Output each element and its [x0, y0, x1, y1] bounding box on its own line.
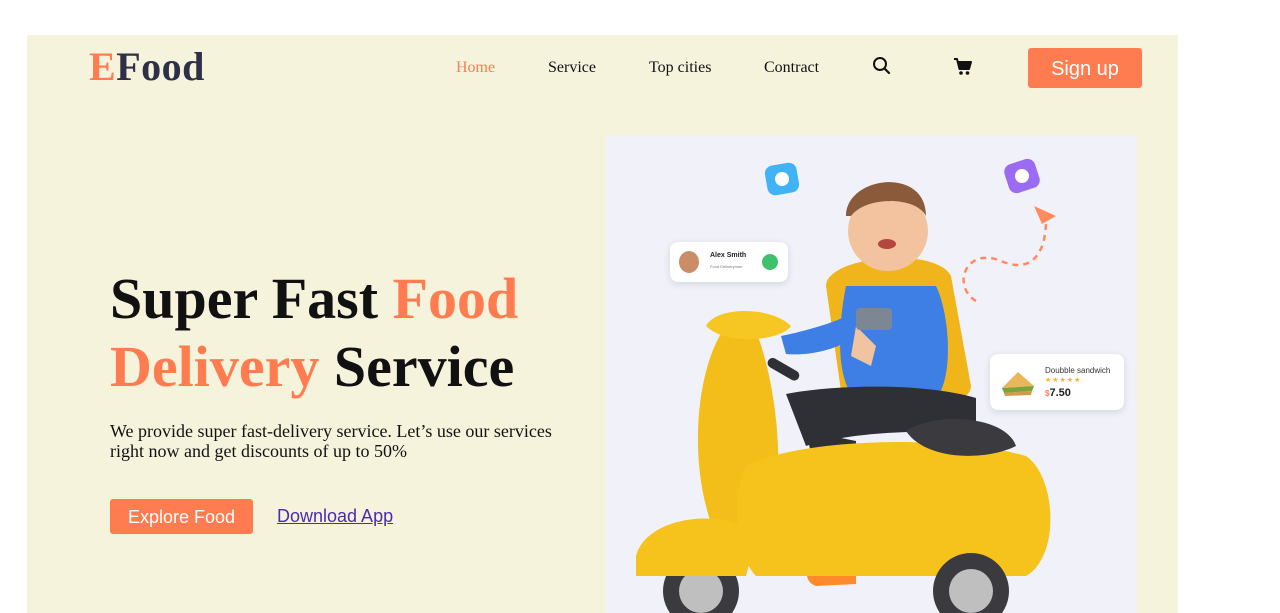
hero-title-part1: Super Fast: [110, 266, 393, 331]
hero-title-accent2: Delivery: [110, 334, 320, 399]
cart-icon[interactable]: [952, 55, 974, 77]
nav-contract[interactable]: Contract: [764, 59, 819, 77]
hero-title-part2: Service: [319, 334, 515, 399]
download-app-link[interactable]: Download App: [277, 506, 393, 527]
product-card: Doubble sandwich ★★★★★ $7.50: [990, 354, 1124, 410]
delivery-contact-card: Alex Smith Food Deliveryman: [670, 242, 788, 282]
hero-description: We provide super fast-delivery service. …: [110, 421, 552, 461]
nav-top-cities[interactable]: Top cities: [649, 59, 711, 77]
hero-illustration: Alex Smith Food Deliveryman Doubble sand…: [606, 136, 1137, 613]
product-price: $7.50: [1045, 387, 1071, 399]
phone-icon: [762, 254, 778, 270]
contact-name: Alex Smith: [710, 252, 747, 259]
hero-title-accent1: Food: [392, 266, 519, 331]
logo-letter: E: [89, 44, 117, 89]
avatar: [679, 251, 699, 273]
hero-title: Super Fast Food Delivery Service: [110, 265, 570, 401]
nav-home[interactable]: Home: [456, 59, 495, 77]
search-icon[interactable]: [871, 55, 893, 77]
product-name: Doubble sandwich: [1045, 366, 1111, 375]
rating-stars: ★★★★★: [1045, 377, 1082, 384]
sign-up-button[interactable]: Sign up: [1028, 48, 1142, 88]
nav-service[interactable]: Service: [548, 59, 596, 77]
price-value: 7.50: [1049, 387, 1071, 399]
explore-food-button[interactable]: Explore Food: [110, 499, 253, 534]
logo-text: Food: [116, 44, 205, 89]
contact-role: Food Deliveryman: [710, 264, 743, 269]
sandwich-icon: [1002, 372, 1034, 396]
brand-logo[interactable]: EFood: [89, 47, 205, 87]
landing-page: EFood Home Service Top cities Contract S…: [27, 35, 1178, 613]
